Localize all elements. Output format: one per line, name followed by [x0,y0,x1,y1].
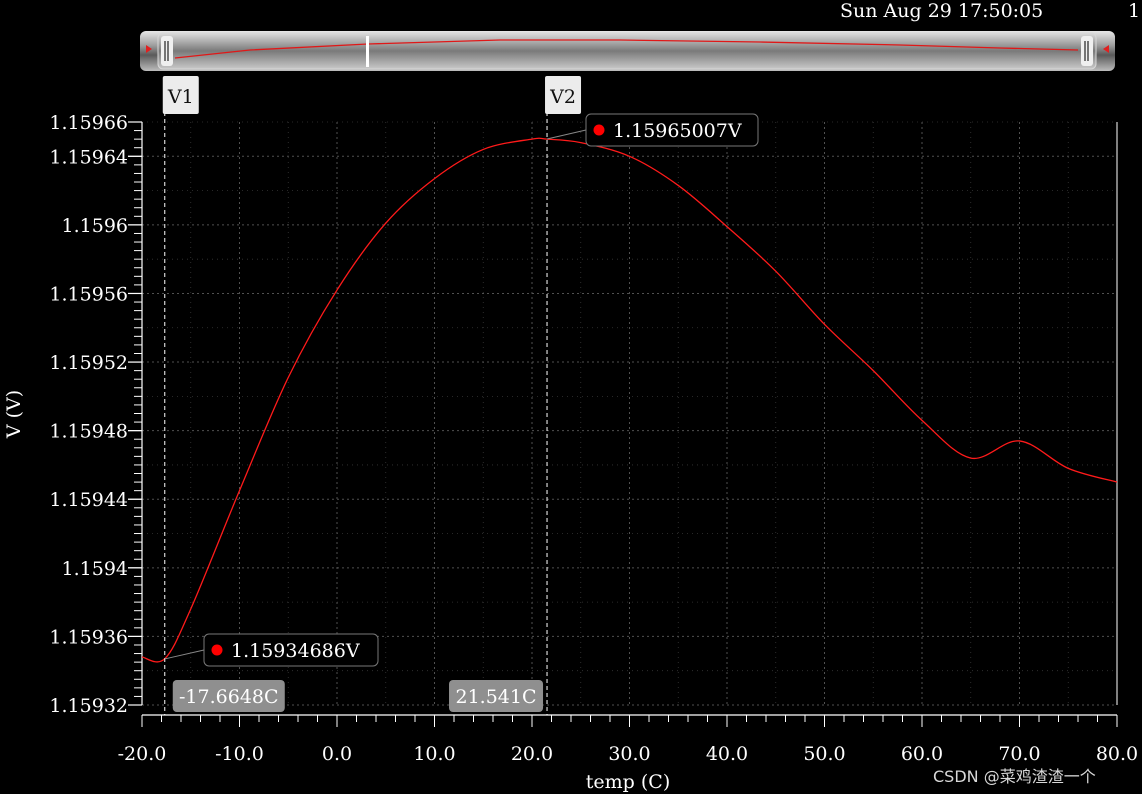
left-handle[interactable] [161,36,173,66]
y-tick-label: 1.15932 [49,695,128,717]
cursor-y-label: 1.15934686V [231,640,360,662]
x-axis-title: temp (C) [586,771,670,793]
page-number: 1 [1128,0,1141,22]
y-tick-label: 1.15936 [49,626,128,648]
overview-position-marker[interactable] [366,36,369,67]
y-tick-label: 1.15966 [49,112,128,134]
x-tick-label: 20.0 [511,743,553,765]
plot-grid [141,121,1118,706]
cursor-x-label: 21.541C [456,686,537,708]
datetime-label: Sun Aug 29 17:50:05 [840,0,1044,22]
x-tick-label: 40.0 [706,743,748,765]
marker-dot-icon [211,644,223,656]
y-tick-label: 1.1594 [62,558,128,580]
x-tick-label: -10.0 [215,743,264,765]
cursor-tag-label: V1 [167,86,194,108]
cursor-layer: V1 -17.6648C 1.15934686V V2 21.541C 1.1596500… [162,76,759,715]
x-tick-label: -20.0 [118,743,167,765]
x-tick-label: 80.0 [1096,743,1138,765]
scrollbar-thumb[interactable] [157,32,1097,70]
y-tick-label: 1.15964 [49,146,128,168]
x-tick-label: 50.0 [803,743,845,765]
cursor-y-label: 1.15965007V [613,120,742,142]
x-tick-label: 10.0 [413,743,455,765]
y-axis-title: V (V) [3,390,25,439]
x-tick-label: 70.0 [998,743,1040,765]
x-tick-label: 60.0 [901,743,943,765]
cursor-tag-label: V2 [549,86,576,108]
marker-dot-icon [593,124,605,136]
x-tick-label: 0.0 [322,743,352,765]
right-handle[interactable] [1081,36,1093,66]
y-tick-label: 1.15944 [49,489,128,511]
x-tick-label: 30.0 [608,743,650,765]
y-tick-label: 1.15952 [49,352,128,374]
watermark: CSDN @菜鸡渣渣一个 [933,767,1096,786]
cursor-x-label: -17.6648C [179,686,279,708]
y-tick-label: 1.15956 [49,283,128,305]
waveform-viewer: V1 -17.6648C 1.15934686V V2 21.541C 1.1596500… [3,31,1138,793]
y-tick-label: 1.15948 [49,421,128,443]
cursor-y-leader [546,129,587,140]
y-tick-label: 1.1596 [62,215,128,237]
overview-scrollbar[interactable] [140,31,1115,71]
